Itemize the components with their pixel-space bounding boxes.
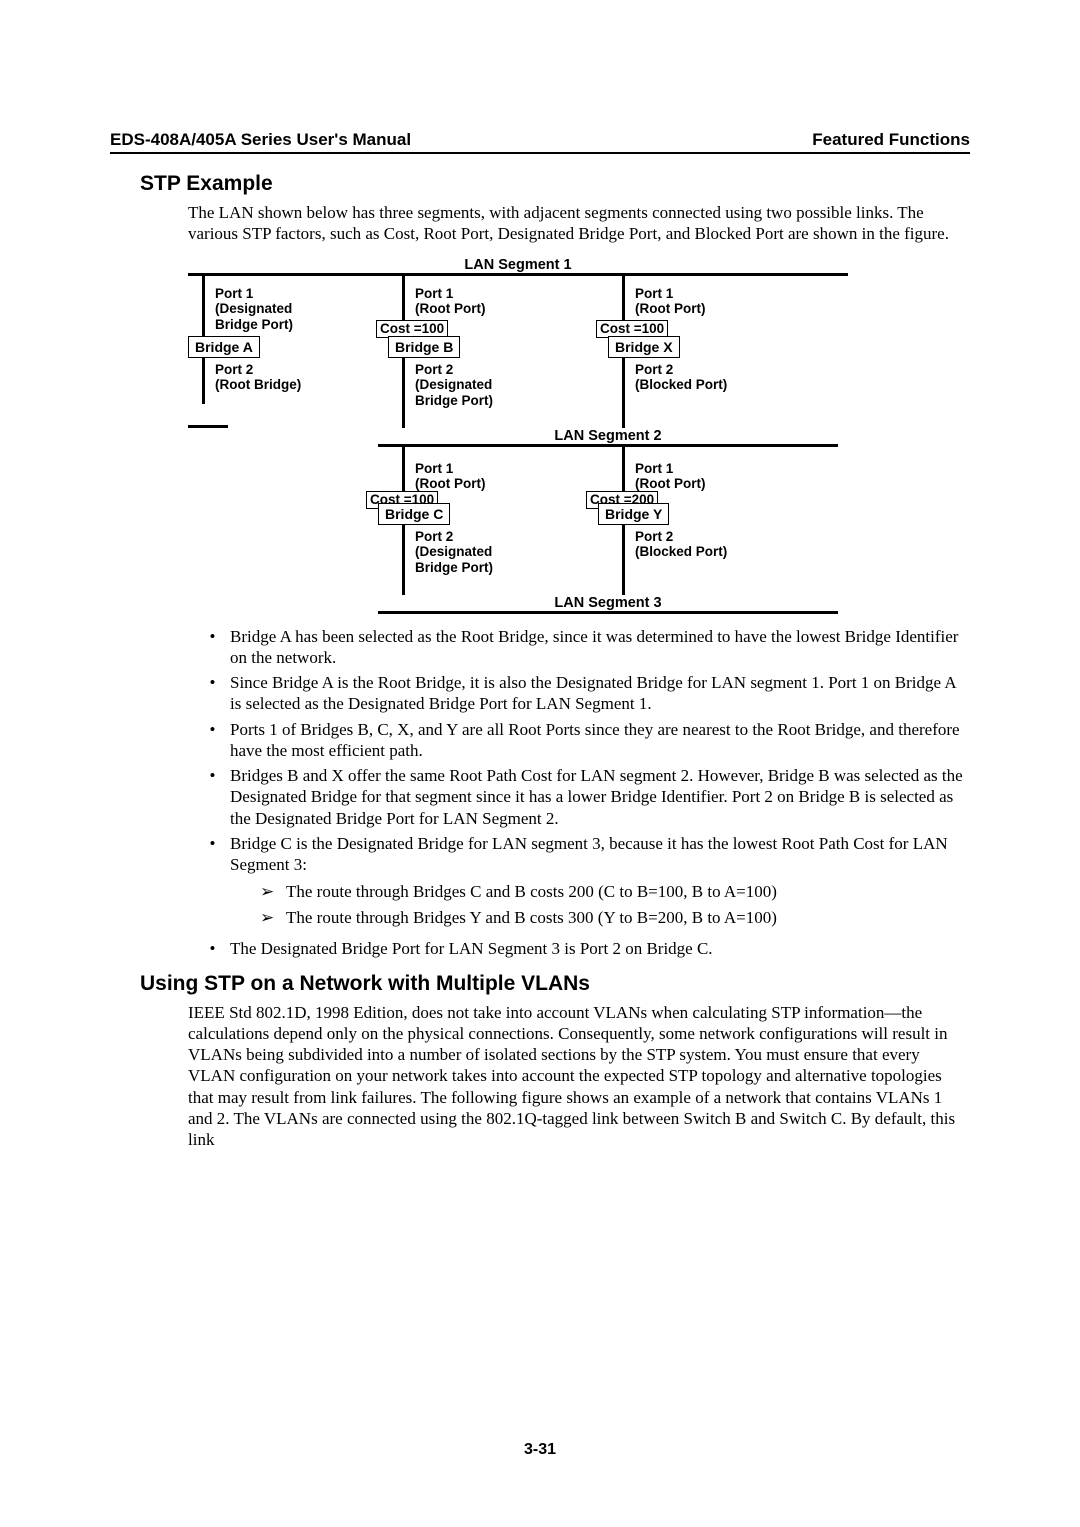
line	[622, 525, 625, 595]
stp-diagram: LAN Segment 1 Port 1 (Designated Bridge …	[188, 257, 848, 614]
bullet-5-text: Bridge C is the Designated Bridge for LA…	[230, 834, 948, 874]
bridge-x-port2: Port 2 (Blocked Port)	[635, 362, 727, 393]
bridge-c-port2: Port 2 (Designated Bridge Port)	[415, 529, 493, 576]
bridge-a-port1: Port 1 (Designated Bridge Port)	[215, 286, 293, 333]
stp-bullets: Bridge A has been selected as the Root B…	[188, 626, 970, 960]
bullet-5: Bridge C is the Designated Bridge for LA…	[224, 833, 970, 931]
page-header: EDS-408A/405A Series User's Manual Featu…	[110, 130, 970, 154]
bridge-a-name: Bridge A	[188, 336, 260, 358]
bridge-b-port2: Port 2 (Designated Bridge Port)	[415, 362, 493, 409]
vlan-heading: Using STP on a Network with Multiple VLA…	[140, 972, 970, 996]
bridge-a-port2: Port 2 (Root Bridge)	[215, 362, 301, 393]
sub-bullets: The route through Bridges C and B costs …	[230, 879, 970, 930]
bridge-b-port1: Port 1 (Root Port)	[415, 286, 485, 317]
header-right: Featured Functions	[812, 130, 970, 150]
sub-bullet-a: The route through Bridges C and B costs …	[260, 879, 970, 905]
page-footer: 3-31	[0, 1441, 1080, 1459]
bullet-4: Bridges B and X offer the same Root Path…	[224, 765, 970, 829]
sub-bullet-b: The route through Bridges Y and B costs …	[260, 905, 970, 931]
seg2-label: LAN Segment 2	[378, 428, 838, 444]
bullet-2: Since Bridge A is the Root Bridge, it is…	[224, 672, 970, 715]
line	[402, 525, 405, 595]
line	[622, 358, 625, 428]
bridge-c-name: Bridge C	[378, 503, 450, 525]
bullet-3: Ports 1 of Bridges B, C, X, and Y are al…	[224, 719, 970, 762]
seg3-label: LAN Segment 3	[378, 595, 838, 611]
bullet-1: Bridge A has been selected as the Root B…	[224, 626, 970, 669]
stp-heading: STP Example	[140, 172, 970, 196]
bullet-6: The Designated Bridge Port for LAN Segme…	[224, 938, 970, 959]
header-left: EDS-408A/405A Series User's Manual	[110, 130, 411, 150]
stp-intro: The LAN shown below has three segments, …	[188, 202, 970, 245]
bridge-y-port2: Port 2 (Blocked Port)	[635, 529, 727, 560]
bridge-x-name: Bridge X	[608, 336, 680, 358]
line	[188, 425, 228, 428]
seg1-label: LAN Segment 1	[188, 257, 848, 273]
seg3-line	[378, 611, 838, 614]
bridge-x-port1: Port 1 (Root Port)	[635, 286, 705, 317]
bridge-b-name: Bridge B	[388, 336, 460, 358]
line	[202, 276, 205, 336]
bridge-y-port1: Port 1 (Root Port)	[635, 461, 705, 492]
bridge-c-port1: Port 1 (Root Port)	[415, 461, 485, 492]
line	[202, 358, 205, 404]
bridge-y-name: Bridge Y	[598, 503, 669, 525]
line	[402, 358, 405, 428]
vlan-para: IEEE Std 802.1D, 1998 Edition, does not …	[188, 1002, 970, 1151]
